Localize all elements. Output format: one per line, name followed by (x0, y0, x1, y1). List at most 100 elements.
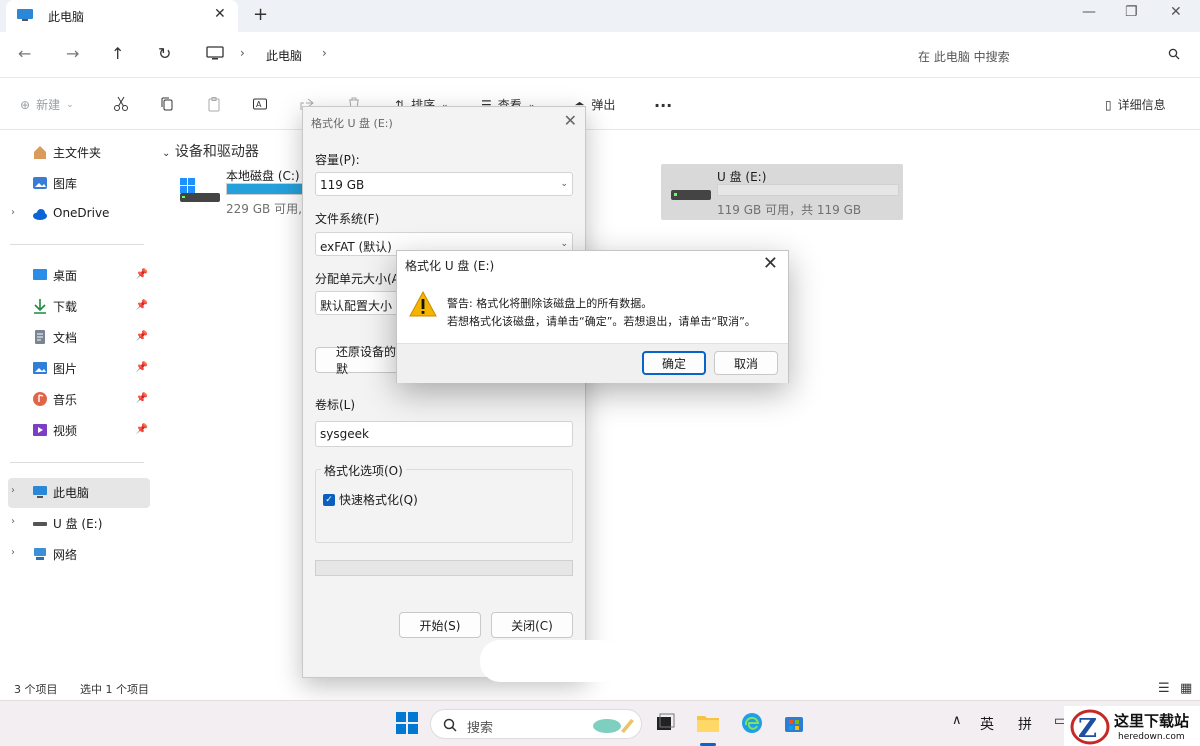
usage-fill (227, 184, 308, 194)
list-view-icon[interactable]: ☰ (1158, 681, 1170, 696)
sidebar-item-desktop[interactable]: 桌面 📌 (8, 261, 150, 289)
music-icon (33, 392, 47, 406)
refresh-icon[interactable]: ↻ (158, 44, 171, 63)
pin-icon[interactable]: 📌 (136, 424, 148, 435)
volume-input[interactable]: sysgeek (315, 421, 573, 447)
drive-name: U 盘 (E:) (717, 170, 767, 184)
chevron-right-icon[interactable]: › (322, 46, 327, 60)
pin-icon[interactable]: 📌 (136, 331, 148, 342)
close-icon[interactable]: ✕ (564, 111, 577, 130)
chevron-right-icon[interactable]: › (240, 46, 245, 60)
watermark-url: heredown.com (1118, 732, 1185, 742)
plus-icon: ⊕ (20, 97, 31, 112)
chevron-right-icon[interactable]: › (11, 516, 15, 527)
network-icon (34, 548, 46, 560)
sidebar-divider (10, 462, 144, 463)
sidebar-item-downloads[interactable]: 下载 📌 (8, 292, 150, 320)
cancel-button[interactable]: 取消 (714, 351, 778, 375)
usb-drive-icon (33, 522, 47, 526)
pin-icon[interactable]: 📌 (136, 393, 148, 404)
paste-button[interactable] (206, 96, 222, 112)
sidebar-item-pictures[interactable]: 图片 📌 (8, 354, 150, 382)
search-icon (1168, 48, 1180, 60)
search-input[interactable]: 在 此电脑 中搜索 (918, 48, 1010, 65)
computer-icon (206, 46, 224, 60)
sidebar-divider (10, 244, 144, 245)
breadcrumb-this-pc[interactable]: 此电脑 (266, 47, 302, 64)
forward-icon[interactable]: → (66, 44, 79, 63)
taskbar: 搜索 ∧ 英 拼 ▭ (0, 700, 1200, 746)
up-icon[interactable]: ↑ (111, 44, 124, 63)
sidebar-item-music[interactable]: 音乐 📌 (8, 385, 150, 413)
drive-name: 本地磁盘 (C:) (226, 169, 300, 183)
start-button[interactable]: 开始(S) (399, 612, 481, 638)
command-bar: ⊕ 新建 ⌄ A ⇅ 排序 ⌄ ☰ 查看 ⌄ ⏏ 弹出 ··· ▯ 详细信息 (0, 78, 1200, 130)
desktop-icon (33, 269, 47, 280)
copy-button[interactable] (159, 96, 175, 112)
group-header[interactable]: ⌄ 设备和驱动器 (162, 141, 259, 161)
details-pane-icon: ▯ (1105, 97, 1112, 112)
overlay-blur (480, 640, 620, 682)
sidebar-item-home[interactable]: 主文件夹 (8, 138, 150, 166)
new-button[interactable]: ⊕ 新建 ⌄ (20, 96, 74, 113)
close-button[interactable]: 关闭(C) (491, 612, 573, 638)
item-count: 3 个项目 (14, 683, 58, 696)
drive-tile-e[interactable]: U 盘 (E:) 119 GB 可用，共 119 GB (661, 164, 903, 220)
sidebar-item-gallery[interactable]: 图库 (8, 169, 150, 197)
sidebar-item-usb-drive[interactable]: › U 盘 (E:) (8, 509, 150, 537)
chevron-down-icon: ⌄ (162, 148, 171, 159)
store-icon[interactable] (782, 711, 806, 735)
drive-space: 119 GB 可用，共 119 GB (717, 203, 862, 217)
cut-button[interactable] (113, 96, 129, 112)
taskbar-search[interactable]: 搜索 (430, 709, 642, 739)
picture-icon (33, 362, 47, 374)
details-button[interactable]: ▯ 详细信息 (1105, 96, 1166, 113)
chevron-right-icon[interactable]: › (11, 485, 15, 496)
chevron-right-icon[interactable]: › (11, 547, 15, 558)
chevron-up-icon[interactable]: ∧ (952, 713, 962, 728)
tab-this-pc[interactable]: 此电脑 ✕ (6, 0, 238, 32)
quick-format-checkbox[interactable]: ✓ 快速格式化(Q) (323, 491, 418, 508)
allocation-label: 分配单元大小(A (315, 272, 400, 286)
more-button[interactable]: ··· (654, 96, 672, 115)
sidebar-item-documents[interactable]: 文档 📌 (8, 323, 150, 351)
tiles-view-icon[interactable]: ▦ (1180, 681, 1192, 696)
restore-defaults-button[interactable]: 还原设备的默 (315, 345, 405, 376)
capacity-select[interactable]: 119 GB ⌄ (315, 172, 573, 196)
rename-button[interactable]: A (252, 96, 268, 112)
file-explorer-icon[interactable] (696, 711, 720, 735)
close-tab-icon[interactable]: ✕ (214, 6, 226, 22)
format-dialog: 格式化 U 盘 (E:) ✕ 容量(P): 119 GB ⌄ 文件系统(F) ex… (302, 106, 586, 678)
back-icon[interactable]: ← (18, 44, 31, 63)
task-view-icon[interactable] (653, 711, 677, 735)
close-window-button[interactable]: ✕ (1170, 4, 1182, 20)
new-tab-button[interactable]: + (253, 4, 268, 25)
sidebar-item-onedrive[interactable]: › OneDrive (8, 200, 150, 228)
ok-button[interactable]: 确定 (642, 351, 706, 375)
pin-icon[interactable]: 📌 (136, 362, 148, 373)
pin-icon[interactable]: 📌 (136, 300, 148, 311)
svg-text:A: A (256, 100, 262, 109)
breadcrumb[interactable]: › 此电脑 › (196, 40, 890, 70)
chevron-right-icon[interactable]: › (11, 207, 15, 218)
selection-count: 选中 1 个项目 (80, 683, 149, 696)
computer-icon (33, 486, 47, 498)
edge-icon[interactable] (740, 711, 764, 735)
warning-dialog: 格式化 U 盘 (E:) ✕ 警告: 格式化将删除该磁盘上的所有数据。 若想格式… (396, 250, 789, 383)
dialog-title: 格式化 U 盘 (E:) (311, 117, 393, 130)
search-box[interactable]: 在 此电脑 中搜索 (904, 40, 1190, 70)
ime-language[interactable]: 英 (980, 714, 994, 734)
svg-text:Z: Z (1078, 714, 1097, 744)
warning-instruction: 若想格式化该磁盘，请单击“确定”。若想退出，请单击“取消”。 (447, 315, 756, 328)
sidebar-item-videos[interactable]: 视频 📌 (8, 416, 150, 444)
rename-icon: A (253, 98, 267, 110)
watermark: Z 这里下载站 heredown.com (1064, 706, 1200, 746)
ime-mode[interactable]: 拼 (1018, 714, 1032, 734)
minimize-button[interactable]: — (1082, 4, 1096, 20)
windows-start-icon[interactable] (395, 711, 419, 735)
sidebar-item-this-pc[interactable]: › 此电脑 (8, 478, 150, 508)
pin-icon[interactable]: 📌 (136, 269, 148, 280)
sidebar-item-network[interactable]: › 网络 (8, 540, 150, 568)
close-icon[interactable]: ✕ (763, 253, 778, 274)
maximize-button[interactable]: ❐ (1125, 4, 1138, 20)
